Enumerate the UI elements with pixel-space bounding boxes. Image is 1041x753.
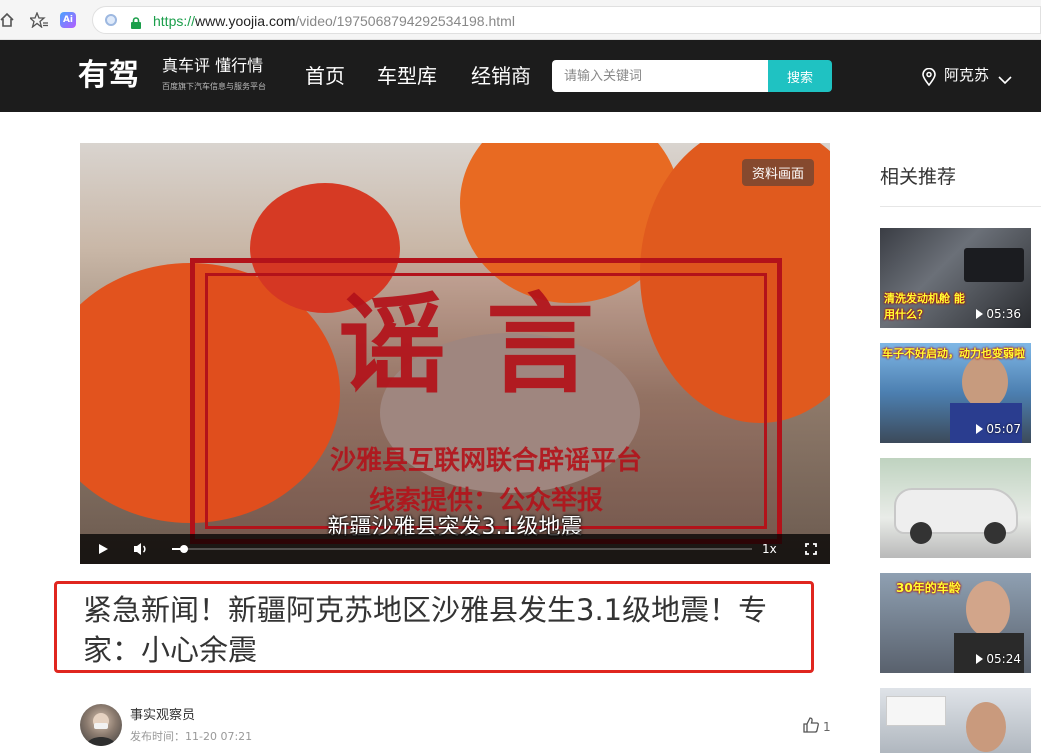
ai-assistant-icon[interactable]: Ai — [60, 12, 76, 28]
favorites-star-icon[interactable] — [28, 11, 48, 29]
volume-icon[interactable] — [126, 534, 156, 564]
related-video-thumbnail[interactable] — [880, 688, 1031, 753]
play-icon — [976, 654, 984, 664]
divider — [880, 206, 1041, 207]
author-name[interactable]: 事实观察员 — [130, 707, 195, 725]
video-duration: 05:36 — [976, 306, 1021, 322]
source-footage-badge: 资料画面 — [741, 159, 814, 186]
related-video-thumbnail[interactable]: 清洗发动机舱 能用什么？ 05:36 — [880, 228, 1031, 328]
play-icon[interactable] — [88, 534, 118, 564]
thumbnail-caption: 车子不好启动，动力也变弱啦 — [882, 347, 1025, 360]
related-video-thumbnail[interactable]: 车子不好启动，动力也变弱啦 05:07 — [880, 343, 1031, 443]
like-count: 1 — [823, 720, 831, 734]
chevron-down-icon[interactable] — [998, 70, 1012, 85]
site-info-icon[interactable] — [105, 14, 117, 26]
thumbs-up-icon[interactable] — [802, 716, 820, 734]
fullscreen-icon[interactable] — [796, 534, 826, 564]
title-highlight-box: 紧急新闻！新疆阿克苏地区沙雅县发生3.1级地震！专家：小心余震 — [54, 581, 814, 673]
location-selector[interactable]: 阿克苏 — [944, 64, 989, 86]
nav-car-models[interactable]: 车型库 — [377, 62, 437, 90]
rumor-stamp-platform: 沙雅县互联网联合辟谣平台 — [329, 446, 642, 476]
presenter-face-shape — [962, 355, 1008, 409]
rumor-stamp-text: 谣言 — [337, 283, 634, 408]
lock-icon — [131, 14, 141, 29]
related-video-thumbnail[interactable]: 30年的车龄 05:24 — [880, 573, 1031, 673]
author-avatar[interactable] — [80, 704, 122, 746]
browser-toolbar: Ai https://www.yoojia.com/video/19750687… — [0, 0, 1041, 40]
thumbnail-caption: 清洗发动机舱 能用什么？ — [884, 292, 965, 321]
thumbnail-caption: 30年的车龄 — [896, 581, 961, 595]
presenter-face-shape — [966, 702, 1006, 752]
site-logo[interactable]: 有驾 — [78, 56, 140, 96]
site-slogan: 真车评 懂行情 — [162, 56, 264, 75]
video-duration: 05:24 — [976, 651, 1021, 667]
car-wheel-shape — [984, 522, 1006, 544]
progress-handle[interactable] — [179, 545, 188, 553]
related-video-thumbnail[interactable] — [880, 458, 1031, 558]
related-recommendations-title: 相关推荐 — [880, 166, 957, 188]
publish-time: 发布时间：11-20 07:21 — [130, 730, 253, 743]
article-title: 紧急新闻！新疆阿克苏地区沙雅县发生3.1级地震！专家：小心余震 — [83, 593, 768, 667]
nav-dealers[interactable]: 经销商 — [471, 62, 531, 90]
car-thumbnail-shape — [886, 696, 946, 726]
engine-cover-shape — [964, 248, 1024, 282]
nav-home[interactable]: 首页 — [305, 62, 345, 90]
search-button[interactable]: 搜索 — [768, 60, 832, 92]
search-input[interactable] — [552, 60, 768, 92]
video-duration: 05:07 — [976, 421, 1021, 437]
playback-speed[interactable]: 1x — [762, 540, 777, 558]
address-bar[interactable]: https://www.yoojia.com/video/19750687942… — [92, 6, 1041, 34]
url-text[interactable]: https://www.yoojia.com/video/19750687942… — [153, 12, 515, 30]
home-icon[interactable] — [0, 12, 16, 28]
location-pin-icon[interactable] — [922, 67, 936, 87]
site-header: 有驾 真车评 懂行情 百度旗下汽车信息与服务平台 首页 车型库 经销商 搜索 阿… — [0, 40, 1041, 112]
progress-bar[interactable] — [172, 545, 752, 553]
video-player[interactable]: 资料画面 谣言 沙雅县互联网联合辟谣平台 线索提供：公众举报 新疆沙雅县突发3.… — [80, 143, 830, 564]
video-controls: 1x — [80, 534, 830, 564]
car-wheel-shape — [910, 522, 932, 544]
rumor-stamp: 谣言 沙雅县互联网联合辟谣平台 线索提供：公众举报 — [190, 258, 782, 544]
presenter-face-shape — [966, 581, 1010, 637]
play-icon — [976, 424, 984, 434]
site-subslogan: 百度旗下汽车信息与服务平台 — [162, 82, 266, 91]
play-icon — [976, 309, 984, 319]
